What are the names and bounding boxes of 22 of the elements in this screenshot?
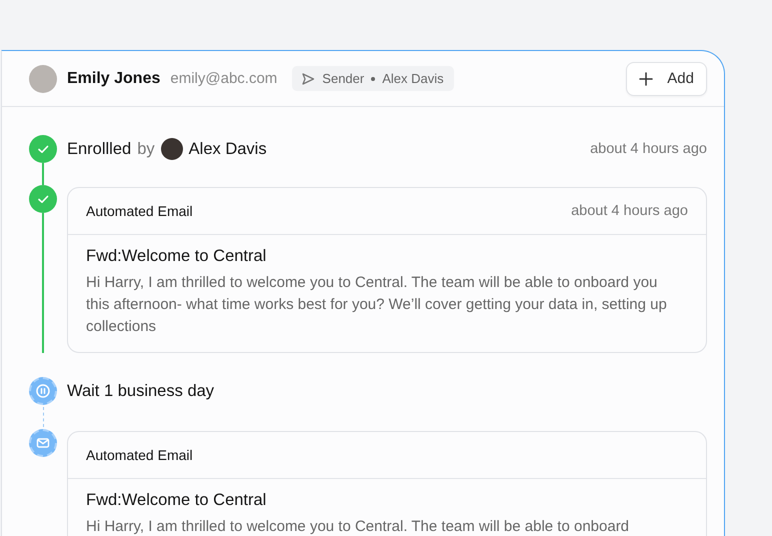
timestamp: about 4 hours ago xyxy=(590,141,707,157)
email-subject: Fwd:Welcome to Central xyxy=(86,247,268,266)
card-title: Automated Email xyxy=(86,447,193,463)
chip-name: Alex Davis xyxy=(382,71,444,86)
step-label: Wait 1 business day xyxy=(67,382,214,400)
by-label: by xyxy=(137,140,155,158)
step-label: Enrollled xyxy=(67,140,132,158)
add-button[interactable]: Add xyxy=(626,62,707,96)
contact-email: emily@abc.com xyxy=(170,70,278,87)
avatar xyxy=(29,64,57,92)
card-title: Automated Email xyxy=(86,203,193,219)
send-icon xyxy=(301,72,316,86)
email-body: Hi Harry, I am thrilled to welcome you to Central. The team will be able to onboard xyxy=(86,517,630,536)
avatar xyxy=(160,138,183,160)
email-body: Hi Harry, I am thrilled to welcome you to Central. The team will be able to onboard you this afternoon- what time works best for you? We’ll cover getting your data in, setting up collections xyxy=(86,273,668,337)
plus-icon xyxy=(639,72,654,86)
email-subject: Fwd:Welcome to Central xyxy=(86,491,268,510)
chip-label: Sender xyxy=(322,71,364,86)
actor-name: Alex Davis xyxy=(188,140,267,158)
separator-dot xyxy=(371,76,376,80)
contact-name: Emily Jones xyxy=(67,70,160,88)
timestamp: about 4 hours ago xyxy=(571,203,688,219)
